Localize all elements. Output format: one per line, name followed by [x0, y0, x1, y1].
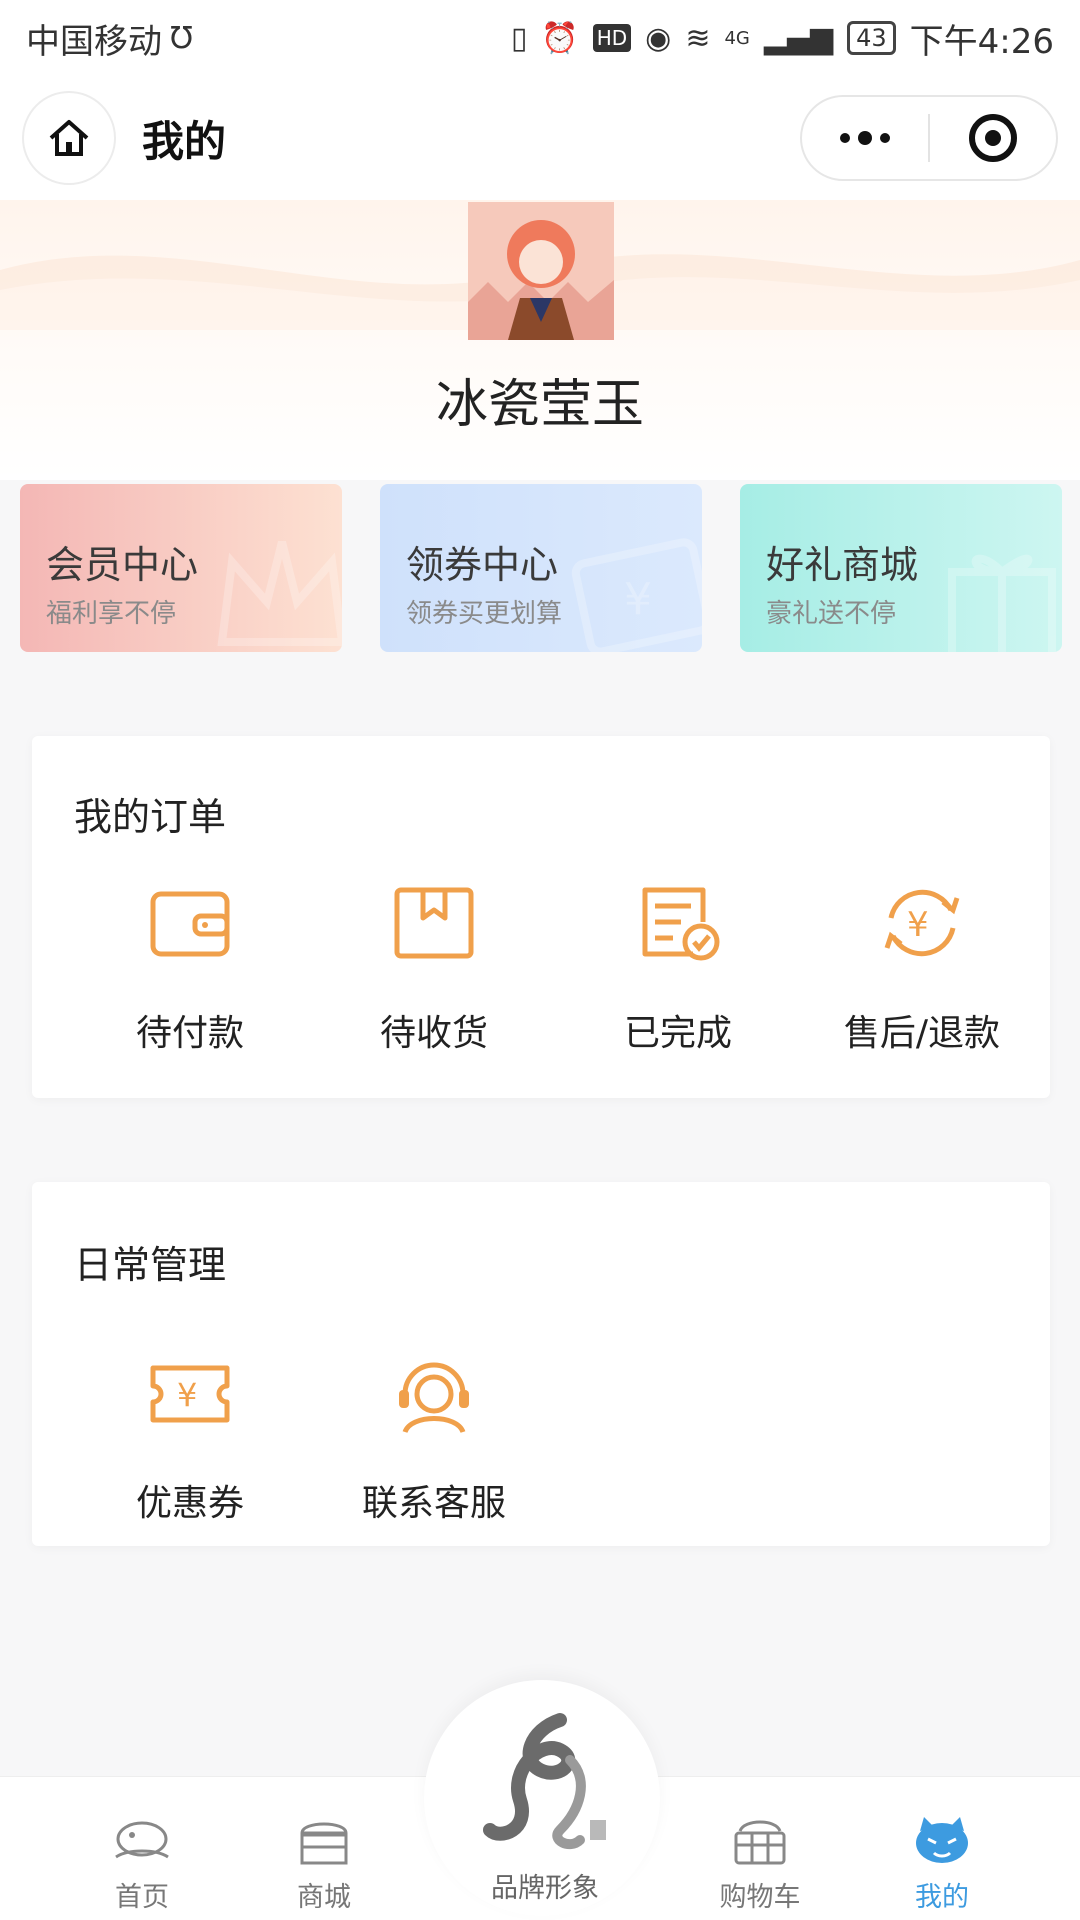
tab-mine[interactable]: 我的 [872, 1777, 1012, 1914]
tab-label: 我的 [915, 1882, 969, 1913]
order-label: 待收货 [379, 1013, 488, 1054]
more-button[interactable] [802, 97, 928, 179]
svg-text:¥: ¥ [624, 574, 652, 625]
tab-label: 商城 [297, 1882, 351, 1913]
tab-label: 首页 [115, 1882, 169, 1913]
avatar[interactable] [468, 202, 614, 340]
status-icons: ▯ ⏰ HD ◉ ≋ 4G ▂▄▆ 43 下午4:26 [511, 14, 1054, 63]
network-type: 4G [724, 27, 750, 49]
order-after-sales-refund[interactable]: ¥ 售后/退款 [812, 878, 1032, 1056]
ticket-icon: ¥ [571, 538, 702, 652]
refund-icon: ¥ [884, 889, 960, 957]
fish-home-icon [115, 1821, 169, 1859]
carrier-group: 中国移动 Ʊ [26, 14, 193, 63]
card-title: 我的订单 [74, 795, 227, 839]
contact-service-button[interactable]: 联系客服 [324, 1348, 544, 1526]
shop-icon [300, 1822, 348, 1865]
package-icon [394, 887, 474, 959]
mini-program-capsule [800, 95, 1058, 181]
tab-mall[interactable]: 商城 [254, 1777, 394, 1914]
member-center-card[interactable]: 会员中心 福利享不停 [20, 484, 342, 652]
tab-cart[interactable]: 购物车 [690, 1777, 830, 1914]
order-pending-receipt[interactable]: 待收货 [324, 878, 544, 1056]
gift-mall-card[interactable]: 好礼商城 豪礼送不停 [740, 484, 1062, 652]
signal-icon: ▂▄▆ [763, 20, 834, 56]
card-title: 日常管理 [74, 1243, 227, 1287]
page-title: 我的 [142, 116, 227, 166]
target-icon [969, 114, 1017, 162]
daily-label: 联系客服 [361, 1483, 506, 1524]
username: 冰瓷莹玉 [435, 375, 644, 435]
cat-profile-icon [916, 1817, 968, 1863]
wallet-icon [150, 891, 230, 957]
status-bar: 中国移动 Ʊ ▯ ⏰ HD ◉ ≋ 4G ▂▄▆ 43 下午4:26 [0, 0, 1080, 76]
hd-icon: HD [592, 24, 632, 52]
battery-level: 43 [847, 21, 896, 55]
basket-icon [734, 1820, 786, 1865]
tab-home[interactable]: 首页 [72, 1777, 212, 1914]
coupon-button[interactable]: ¥ 优惠券 [80, 1348, 300, 1526]
tab-brand-label[interactable]: 品牌形象 [440, 1866, 650, 1905]
avatar-illustration [468, 202, 614, 340]
my-orders-card: 我的订单 待付款 待收货 已完成 ¥ 售后/退款 [32, 736, 1050, 1098]
order-label: 待付款 [135, 1013, 244, 1054]
coupon-icon: ¥ [150, 1365, 230, 1423]
daily-label: 优惠券 [135, 1483, 244, 1524]
vibrate-icon: ▯ [510, 20, 528, 56]
tab-label: 购物车 [719, 1882, 801, 1913]
wifi-icon: ≋ [685, 20, 711, 56]
daily-management-card: 日常管理 ¥ 优惠券 联系客服 [32, 1182, 1050, 1546]
coupon-center-card[interactable]: 领券中心 领券买更划算 ¥ [380, 484, 702, 652]
home-button[interactable] [22, 91, 116, 185]
home-icon [49, 120, 89, 156]
svg-text:¥: ¥ [907, 905, 929, 945]
completed-list-icon [642, 887, 720, 961]
order-label: 售后/退款 [843, 1013, 1001, 1054]
nav-bar: 我的 [0, 76, 1080, 200]
more-dots-icon [840, 131, 890, 145]
status-time: 下午4:26 [909, 21, 1054, 62]
order-label: 已完成 [623, 1013, 732, 1054]
close-mini-program-button[interactable] [930, 97, 1056, 179]
order-completed[interactable]: 已完成 [568, 878, 788, 1056]
order-pending-payment[interactable]: 待付款 [80, 878, 300, 1056]
gift-icon [948, 554, 1056, 652]
customer-service-icon [399, 1362, 469, 1434]
alarm-icon: ⏰ [541, 20, 579, 56]
eye-icon: ◉ [645, 20, 672, 56]
svg-text:¥: ¥ [177, 1376, 197, 1414]
brand-logo-icon[interactable] [460, 1700, 630, 1870]
carrier-name: 中国移动 [26, 21, 162, 62]
crown-icon [217, 541, 342, 646]
notification-icon: Ʊ [170, 20, 193, 56]
